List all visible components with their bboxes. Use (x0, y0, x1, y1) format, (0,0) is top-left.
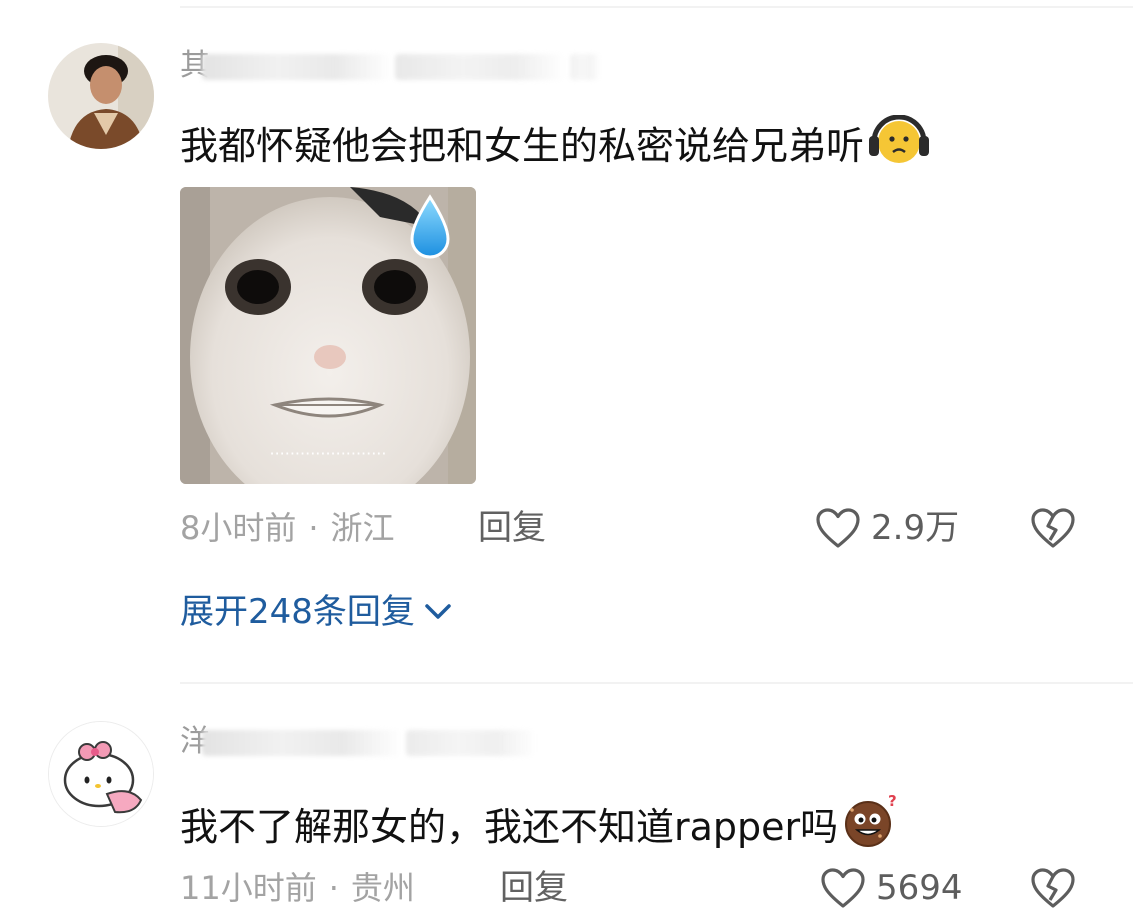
like-button[interactable]: 5694 (820, 867, 963, 909)
comment-image[interactable]: ······················· (180, 187, 476, 484)
reply-button[interactable]: 回复 (500, 868, 568, 908)
reply-button[interactable]: 回复 (478, 508, 546, 548)
avatar[interactable] (48, 721, 154, 827)
separator: · (328, 869, 339, 907)
broken-heart-icon (1031, 868, 1075, 908)
dislike-button[interactable] (1030, 867, 1076, 913)
avatar[interactable] (48, 43, 154, 149)
svg-text:?: ? (888, 792, 897, 810)
dislike-button[interactable] (1030, 507, 1076, 553)
timestamp: 11小时前 (180, 869, 317, 907)
chevron-down-icon (425, 604, 451, 619)
image-caption: ······················· (270, 444, 387, 463)
comment-text: 我都怀疑他会把和女生的私密说给兄弟听 (180, 114, 932, 179)
comment-meta: 11小时前 · 贵州 (180, 868, 415, 908)
location: 贵州 (350, 869, 415, 907)
top-divider (180, 6, 1133, 8)
headphones-face-emoji (866, 114, 932, 179)
confused-cookie-emoji: ? (840, 792, 900, 860)
expand-replies-label: 展开248条回复 (180, 592, 415, 632)
comment-content: 我不了解那女的，我还不知道rapper吗 (180, 805, 839, 849)
broken-heart-icon (1031, 508, 1075, 548)
location: 浙江 (330, 509, 395, 547)
like-button[interactable]: 2.9万 (815, 507, 959, 549)
comment-content: 我都怀疑他会把和女生的私密说给兄弟听 (180, 124, 865, 168)
heart-outline-icon (821, 868, 865, 908)
heart-outline-icon (816, 508, 860, 548)
like-count: 5694 (876, 868, 963, 908)
username-blurred[interactable]: 其 (180, 46, 610, 86)
comment-text: 我不了解那女的，我还不知道rapper吗 ? (180, 792, 900, 860)
username-blurred[interactable]: 洋 (180, 722, 540, 762)
comment-meta: 8小时前 · 浙江 (180, 508, 395, 548)
separator: · (308, 509, 319, 547)
expand-replies-link[interactable]: 展开248条回复 (180, 590, 453, 634)
comment-divider (180, 682, 1133, 684)
like-count: 2.9万 (871, 508, 960, 548)
timestamp: 8小时前 (180, 509, 297, 547)
